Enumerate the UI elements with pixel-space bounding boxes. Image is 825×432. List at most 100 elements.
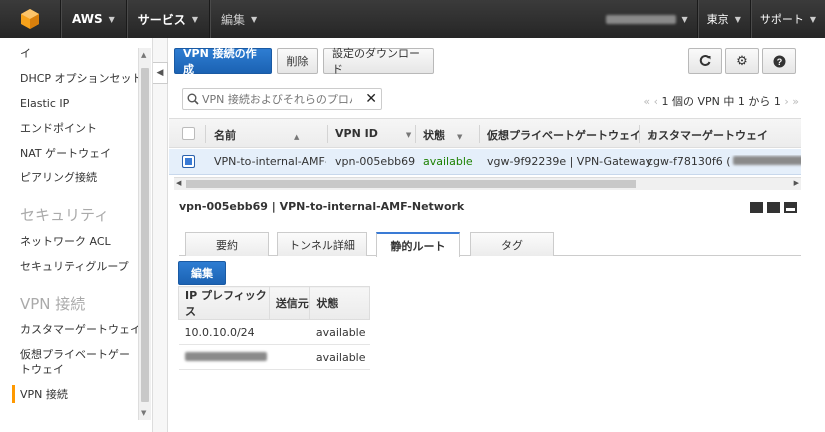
chevron-down-icon: ▼ (108, 14, 115, 24)
sidebar-collapse-strip: ◀ (152, 38, 168, 432)
redacted-text (732, 156, 801, 165)
next-page-icon[interactable]: › (784, 95, 788, 108)
support-menu[interactable]: サポート ▼ (751, 0, 825, 38)
redacted-account-name (605, 14, 676, 24)
sidebar-item-vpn-connections[interactable]: VPN 接続 (20, 387, 68, 402)
pagination: « ‹ 1 個の VPN 中 1 から 1 › » (643, 93, 799, 109)
chevron-down-icon: ▼ (681, 14, 688, 24)
sort-icon[interactable]: ▼ (457, 133, 462, 141)
account-menu[interactable]: ▼ (597, 0, 697, 38)
redacted-prefix (184, 351, 267, 361)
clear-search-icon[interactable]: ✕ (365, 91, 377, 107)
layout-bottom-icon[interactable] (750, 202, 763, 213)
aws-cube-icon[interactable] (0, 0, 60, 38)
column-header-ip-prefix: IP プレフィックス (178, 286, 270, 320)
sort-icon[interactable]: ▼ (406, 131, 411, 139)
sort-asc-icon[interactable]: ▲ (294, 133, 299, 141)
row-checkbox[interactable] (182, 155, 195, 168)
grid-header: 名前 ▲ VPN ID ▼ 状態 ▼ 仮想プライベートゲートウェイ ▼ カスタマーゲート… (169, 118, 801, 148)
services-menu[interactable]: サービス ▼ (127, 0, 209, 38)
gear-icon[interactable]: ⚙ (725, 48, 759, 74)
column-header-label: 名前 (214, 129, 236, 142)
grid-horizontal-scrollbar[interactable]: ◀ ▶ (174, 177, 801, 190)
column-header-label: VPN ID (335, 127, 378, 140)
cell-name: VPN-to-internal-AMF-Network (214, 155, 326, 168)
sidebar-item-peering[interactable]: ピアリング接続 (20, 170, 97, 185)
table-row: available (178, 344, 370, 370)
column-header-state: 状態 (309, 286, 370, 320)
sidebar-item-network-acl[interactable]: ネットワーク ACL (20, 234, 111, 249)
cell-vgw: vgw-9f92239e | VPN-Gateway (487, 155, 653, 168)
layout-full-icon[interactable] (784, 202, 797, 213)
prev-page-icon[interactable]: ‹ (654, 95, 658, 108)
sidebar-item-customer-gateways[interactable]: カスタマーゲートウェイ (20, 322, 141, 337)
top-navigation-bar: AWS ▼ サービス ▼ 編集 ▼ ▼ 東京 ▼ サポート ▼ (0, 0, 825, 38)
column-header-vgw[interactable]: 仮想プライベートゲートウェイ ▼ (487, 127, 654, 143)
search-box[interactable]: ✕ (182, 88, 382, 110)
detail-title: vpn-005ebb69 | VPN-to-internal-AMF-Netwo… (179, 200, 465, 213)
column-header-state[interactable]: 状態 ▼ (423, 127, 462, 143)
collapse-sidebar-icon[interactable]: ◀ (153, 62, 168, 84)
table-row: 10.0.10.0/24 available (178, 319, 370, 345)
sidebar-item-security-groups[interactable]: セキュリティグループ (20, 259, 129, 274)
delete-button[interactable]: 削除 (277, 48, 318, 74)
scrollbar-thumb[interactable] (186, 180, 636, 188)
sidebar-section-vpn: VPN 接続 (20, 295, 86, 313)
aws-menu-label: AWS (72, 12, 103, 26)
sidebar-item-cut[interactable]: イ (20, 46, 31, 61)
cell-state: available (309, 344, 370, 370)
chevron-down-icon: ▼ (809, 14, 816, 24)
column-header-label: 仮想プライベートゲートウェイ (487, 129, 641, 142)
refresh-icon[interactable] (688, 48, 722, 74)
column-header-label: カスタマーゲートウェイ (647, 129, 768, 142)
sidebar-scrollbar[interactable]: ▲ ▼ (138, 48, 151, 420)
column-header-cgw[interactable]: カスタマーゲートウェイ (647, 127, 768, 143)
chevron-down-icon: ▼ (250, 14, 258, 24)
pagination-text: 1 個の VPN 中 1 から 1 (661, 95, 781, 108)
sidebar-item-elastic-ip[interactable]: Elastic IP (20, 96, 69, 111)
column-header-vpn-id[interactable]: VPN ID ▼ (335, 127, 411, 140)
download-config-button[interactable]: 設定のダウンロード (323, 47, 434, 76)
main-content: VPN 接続の作成 削除 設定のダウンロード ⚙ ? ✕ « ‹ 1 個の VP… (169, 38, 825, 432)
cell-source (269, 319, 310, 345)
cell-vpn-id: vpn-005ebb69 (335, 155, 416, 168)
sidebar: イ DHCP オプションセット Elastic IP エンドポイント NAT ゲ… (0, 38, 152, 432)
cell-source (269, 344, 310, 370)
cell-state: available (309, 319, 370, 345)
tab-tags[interactable]: タグ (470, 232, 554, 256)
tab-static-routes[interactable]: 静的ルート (376, 232, 460, 257)
chevron-down-icon: ▼ (734, 14, 741, 24)
edit-menu[interactable]: 編集 ▼ (210, 0, 268, 38)
scroll-down-icon[interactable]: ▼ (141, 409, 146, 417)
cell-prefix: 10.0.10.0/24 (178, 319, 270, 345)
column-header-name[interactable]: 名前 ▲ (214, 127, 299, 143)
static-routes-table: IP プレフィックス 送信元 状態 10.0.10.0/24 available… (178, 286, 370, 370)
edit-routes-button[interactable]: 編集 (178, 261, 226, 285)
first-page-icon[interactable]: « (643, 95, 650, 108)
active-marker (12, 385, 15, 403)
scroll-right-icon[interactable]: ▶ (794, 179, 799, 187)
column-header-label: 状態 (423, 129, 445, 142)
cell-state: available (423, 155, 473, 168)
scrollbar-thumb[interactable] (141, 68, 149, 402)
scroll-left-icon[interactable]: ◀ (176, 179, 181, 187)
region-menu[interactable]: 東京 ▼ (698, 0, 750, 38)
sidebar-item-nat-gateway[interactable]: NAT ゲートウェイ (20, 146, 111, 161)
last-page-icon[interactable]: » (792, 95, 799, 108)
layout-split-icon[interactable] (767, 202, 780, 213)
sidebar-item-endpoints[interactable]: エンドポイント (20, 121, 97, 136)
detail-tabs: 要約 トンネル詳細 静的ルート タグ (179, 230, 801, 257)
svg-text:?: ? (776, 57, 782, 67)
scroll-up-icon[interactable]: ▲ (141, 51, 146, 59)
aws-menu[interactable]: AWS ▼ (61, 0, 126, 38)
help-icon[interactable]: ? (762, 48, 796, 74)
tab-summary[interactable]: 要約 (185, 232, 269, 256)
select-all-checkbox[interactable] (182, 127, 195, 140)
search-input[interactable] (202, 92, 352, 106)
table-row[interactable]: VPN-to-internal-AMF-Network vpn-005ebb69… (169, 149, 801, 175)
tab-tunnel-details[interactable]: トンネル詳細 (277, 232, 367, 256)
create-vpn-button[interactable]: VPN 接続の作成 (174, 47, 272, 76)
sidebar-item-dhcp[interactable]: DHCP オプションセット (20, 71, 143, 86)
sidebar-item-virtual-private-gateways[interactable]: 仮想プライベートゲートウェイ (20, 347, 132, 377)
cell-prefix (178, 344, 270, 370)
